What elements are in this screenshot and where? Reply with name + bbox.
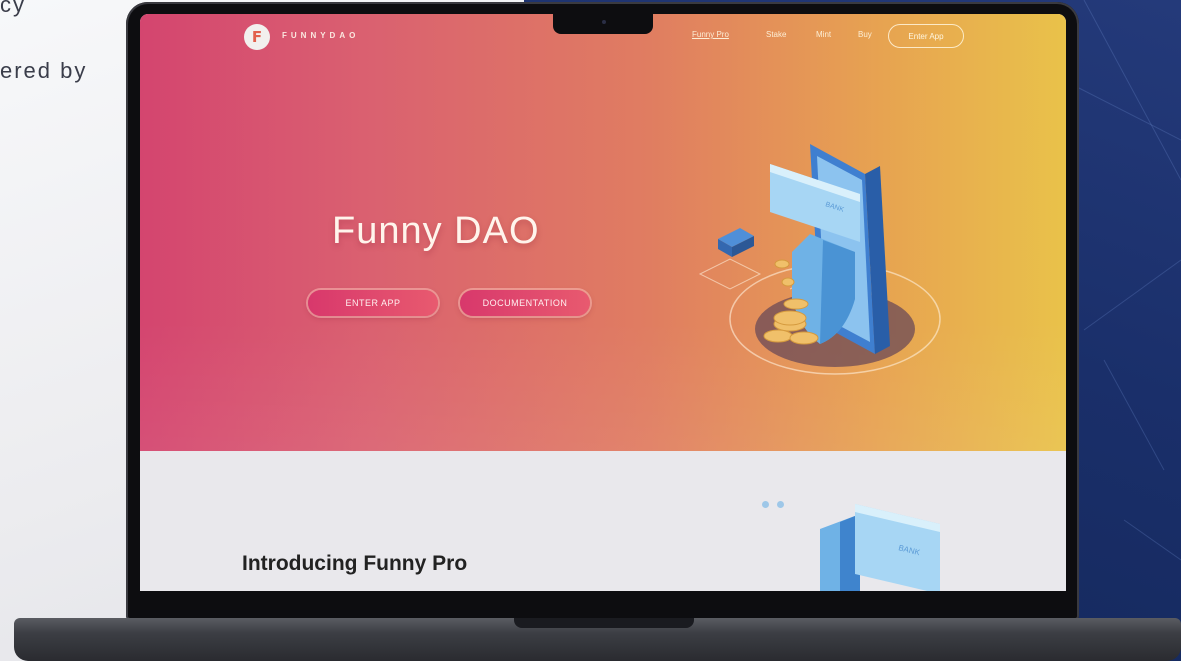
nav-mint[interactable]: Mint xyxy=(816,30,831,39)
intro-bank-illustration: BANK xyxy=(820,504,940,591)
camera-icon xyxy=(602,20,606,24)
nav-funny-pro[interactable]: Funny Pro xyxy=(692,30,729,39)
bank-shield-illustration: BANK xyxy=(698,144,941,375)
screen-notch xyxy=(553,14,653,34)
logo-icon[interactable]: F xyxy=(244,24,270,50)
nav-stake[interactable]: Stake xyxy=(766,30,786,39)
carousel-dot[interactable] xyxy=(762,501,769,508)
intro-title: Introducing Funny Pro xyxy=(242,552,468,575)
backdrop-text-line1: cy xyxy=(0,0,26,17)
enter-app-button[interactable]: ENTER APP xyxy=(308,290,438,316)
nav-enter-app-button[interactable]: Enter App xyxy=(888,24,964,48)
logo-text[interactable]: FUNNYDAO xyxy=(282,31,359,40)
laptop-screen: F FUNNYDAO Funny Pro Stake Mint Buy Ente… xyxy=(140,14,1066,591)
backdrop-text-line2: ered by xyxy=(0,58,88,83)
documentation-button[interactable]: DOCUMENTATION xyxy=(460,290,590,316)
nav-buy[interactable]: Buy xyxy=(858,30,872,39)
laptop-base-notch xyxy=(514,618,694,628)
hero-title: Funny DAO xyxy=(332,210,540,252)
